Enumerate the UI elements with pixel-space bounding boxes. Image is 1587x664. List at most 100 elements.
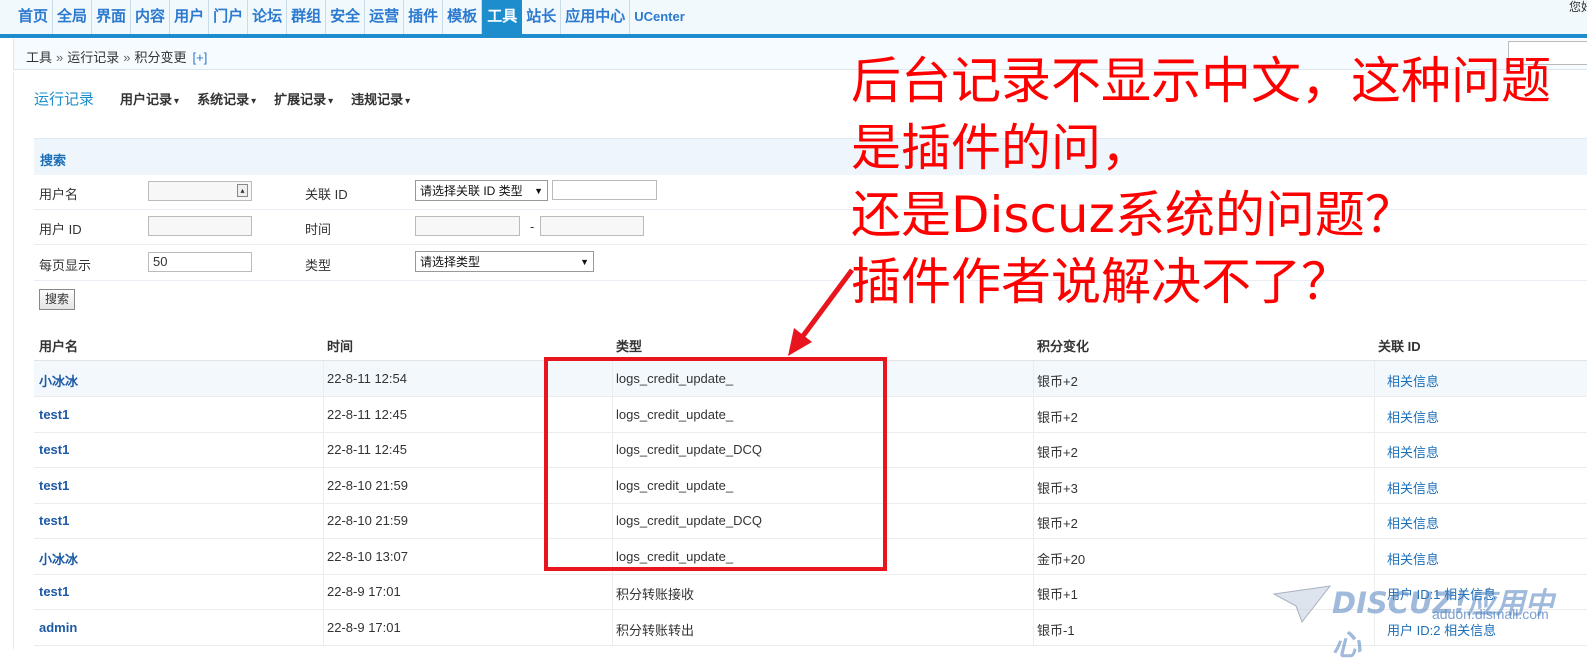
menu-extension-records-label: 扩展记录 [274, 91, 327, 107]
column-divider [323, 468, 324, 503]
cell-related-info[interactable]: 相关信息 [1387, 371, 1439, 390]
column-divider [1033, 574, 1034, 609]
left-panel-edge [0, 72, 14, 649]
nav-item-ucenter[interactable]: UCenter [630, 0, 689, 34]
column-divider [323, 503, 324, 538]
column-divider [1033, 539, 1034, 574]
search-panel-title: 搜索 [40, 153, 67, 168]
cell-credit-change: 银币+3 [1037, 481, 1078, 496]
annotation-line: 插件作者说解决不了？ [851, 253, 1351, 311]
cell-time: 22-8-11 12:45 [327, 442, 407, 457]
time-end-input[interactable] [540, 216, 644, 236]
type-select[interactable]: 请选择类型 ▼ [415, 251, 594, 272]
chevron-down-icon: ▼ [580, 256, 589, 267]
cell-username[interactable]: test1 [39, 442, 69, 457]
nav-item-operations[interactable]: 运营 [365, 0, 405, 34]
cell-credit-change: 金币+20 [1037, 552, 1086, 567]
chevron-down-icon: ▾ [251, 95, 257, 107]
cell-username[interactable]: test1 [39, 584, 69, 599]
cell-username[interactable]: test1 [39, 513, 69, 528]
nav-item-groups[interactable]: 群组 [287, 0, 327, 34]
cell-related-info[interactable]: 相关信息 [1387, 407, 1439, 426]
perpage-input[interactable]: 50 [148, 252, 252, 272]
cell-username[interactable]: 小冰冰 [39, 549, 78, 568]
top-navigation: 首页 全局 界面 内容 用户 门户 论坛 群组 安全 运营 插件 模板 工具 站… [0, 0, 1587, 38]
userid-input[interactable] [148, 216, 252, 236]
nav-item-content[interactable]: 内容 [131, 0, 171, 34]
menu-user-records[interactable]: 用户记录 ▾ [120, 89, 179, 108]
column-divider [1033, 361, 1034, 396]
cell-related-info[interactable]: 相关信息 [1387, 513, 1439, 532]
paper-plane-icon [1272, 585, 1332, 624]
cell-username[interactable]: test1 [39, 478, 69, 493]
nav-item-forum[interactable]: 论坛 [248, 0, 288, 34]
column-header-type: 类型 [616, 339, 643, 354]
cell-time: 22-8-10 21:59 [327, 513, 408, 528]
breadcrumb-separator: » [56, 50, 64, 65]
cell-username[interactable]: 小冰冰 [39, 371, 78, 390]
type-label: 类型 [305, 258, 332, 273]
cell-related-info[interactable]: 相关信息 [1387, 478, 1439, 497]
column-divider [1374, 503, 1375, 538]
cell-username[interactable]: test1 [39, 407, 69, 422]
menu-violation-records[interactable]: 违规记录 ▾ [351, 89, 410, 108]
nav-item-global[interactable]: 全局 [53, 0, 93, 34]
column-header-username: 用户名 [39, 339, 79, 354]
menu-violation-records-label: 违规记录 [351, 91, 404, 107]
cell-time: 22-8-9 17:01 [327, 584, 401, 599]
column-divider [612, 610, 613, 645]
annotation-text: 后台记录不显示中文，这种问题 是插件的问， 还是Discuz系统的问题？ 插件作… [851, 48, 1551, 316]
relation-id-label: 关联 ID [305, 187, 348, 202]
nav-item-webmaster[interactable]: 站长 [522, 0, 562, 34]
relation-type-select[interactable]: 请选择关联 ID 类型 ▼ [415, 180, 548, 201]
breadcrumb-credit-change: 积分变更 [134, 50, 187, 65]
add-shortcut-button[interactable]: [+] [193, 50, 208, 65]
annotation-line: 后台记录不显示中文，这种问题 [851, 52, 1551, 110]
column-divider [1374, 539, 1375, 574]
column-divider [1374, 397, 1375, 432]
menu-system-records[interactable]: 系统记录 ▾ [197, 89, 256, 108]
column-divider [323, 361, 324, 396]
breadcrumb-run-log[interactable]: 运行记录 [67, 50, 119, 65]
column-divider [1033, 610, 1034, 645]
nav-item-home[interactable]: 首页 [14, 0, 54, 34]
time-start-input[interactable] [415, 216, 520, 236]
column-divider [1374, 468, 1375, 503]
user-picker-icon[interactable]: ▴ [237, 184, 248, 197]
column-divider [612, 574, 613, 609]
cell-related-info[interactable]: 相关信息 [1387, 549, 1439, 568]
nav-item-app-center[interactable]: 应用中心 [561, 0, 631, 34]
annotation-line: 是插件的问， [851, 119, 1151, 177]
username-input[interactable]: ▴ [148, 181, 252, 201]
watermark-logo: DISCUZ!应用中心 [1332, 586, 1554, 662]
cell-time: 22-8-9 17:01 [327, 620, 401, 635]
cell-username[interactable]: admin [39, 620, 77, 635]
cell-credit-change: 银币+2 [1037, 374, 1078, 389]
nav-item-portal[interactable]: 门户 [209, 0, 249, 34]
run-log-title[interactable]: 运行记录 [34, 88, 94, 109]
nav-item-tools[interactable]: 工具 [482, 0, 523, 34]
search-button[interactable]: 搜索 [39, 289, 75, 310]
nav-item-interface[interactable]: 界面 [92, 0, 132, 34]
chevron-down-icon: ▼ [534, 185, 543, 196]
column-divider [1374, 432, 1375, 467]
column-divider [323, 610, 324, 645]
column-divider [323, 432, 324, 467]
cell-related-info[interactable]: 相关信息 [1387, 442, 1439, 461]
breadcrumb-text: 工具» 运行记录» 积分变更 [+] [26, 47, 207, 66]
cell-time: 22-8-10 21:59 [327, 478, 408, 493]
cell-credit-change: 银币+2 [1037, 516, 1078, 531]
annotation-line: 还是Discuz系统的问题？ [851, 186, 1415, 244]
cell-credit-change: 银币+2 [1037, 445, 1078, 460]
time-range-dash: - [530, 219, 535, 234]
menu-user-records-label: 用户记录 [120, 91, 173, 107]
nav-item-plugins[interactable]: 插件 [404, 0, 444, 34]
nav-item-templates[interactable]: 模板 [443, 0, 483, 34]
username-label: 用户名 [39, 187, 79, 202]
top-nav-items: 首页 全局 界面 内容 用户 门户 论坛 群组 安全 运营 插件 模板 工具 站… [14, 0, 689, 34]
menu-extension-records[interactable]: 扩展记录 ▾ [274, 89, 333, 108]
nav-item-users[interactable]: 用户 [170, 0, 210, 34]
nav-item-security[interactable]: 安全 [326, 0, 366, 34]
breadcrumb-tools[interactable]: 工具 [26, 50, 52, 65]
relation-id-input[interactable] [552, 180, 657, 200]
